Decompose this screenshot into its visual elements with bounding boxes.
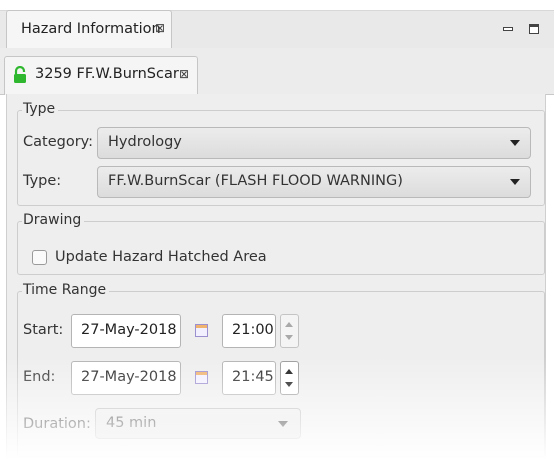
type-dropdown-value: FF.W.BurnScar (FLASH FLOOD WARNING) xyxy=(108,173,403,189)
tab-label: 3259 FF.W.BurnScar xyxy=(35,66,179,82)
end-time-value: 21:45 xyxy=(232,369,274,385)
category-dropdown[interactable]: Hydrology xyxy=(97,127,531,159)
hazard-information-view: Hazard Information ⊠ 3259 FF.W.BurnScar … xyxy=(0,0,554,472)
unlocked-padlock-icon xyxy=(14,66,26,83)
end-time-spinner[interactable] xyxy=(280,361,299,395)
duration-label: Duration: xyxy=(23,416,91,432)
type-label: Type: xyxy=(23,173,62,189)
arrow-up-icon[interactable] xyxy=(285,369,293,374)
time-range-group-legend: Time Range xyxy=(22,282,110,298)
start-label: Start: xyxy=(23,322,64,338)
hazard-tab-bar: 3259 FF.W.BurnScar ⊠ xyxy=(0,48,554,95)
type-dropdown[interactable]: FF.W.BurnScar (FLASH FLOOD WARNING) xyxy=(97,166,531,198)
start-time-field[interactable]: 21:00 xyxy=(222,314,276,348)
end-date-field[interactable]: 27-May-2018 xyxy=(71,361,181,395)
duration-dropdown[interactable]: 45 min xyxy=(95,408,301,439)
view-tab-hazard-information[interactable]: Hazard Information ⊠ xyxy=(6,10,172,48)
arrow-up-icon[interactable] xyxy=(285,322,293,327)
end-label: End: xyxy=(23,369,56,385)
start-date-field[interactable]: 27-May-2018 xyxy=(71,314,181,348)
tab-close-icon[interactable]: ⊠ xyxy=(179,67,189,81)
category-dropdown-value: Hydrology xyxy=(108,134,182,150)
view-tab-close-icon[interactable]: ⊠ xyxy=(155,21,165,35)
update-hatched-area-checkbox[interactable] xyxy=(32,250,47,265)
duration-dropdown-value: 45 min xyxy=(106,415,157,431)
category-label: Category: xyxy=(23,134,94,150)
chevron-down-icon xyxy=(278,421,288,427)
view-tab-label: Hazard Information xyxy=(21,21,161,37)
arrow-down-icon[interactable] xyxy=(285,335,293,340)
chevron-down-icon xyxy=(510,140,520,146)
arrow-down-icon[interactable] xyxy=(285,382,293,387)
drawing-group: Drawing Update Hazard Hatched Area xyxy=(17,212,545,275)
time-range-group: Time Range Start: 27-May-2018 21:00 End:… xyxy=(17,282,545,457)
calendar-icon[interactable] xyxy=(195,371,208,384)
minimize-icon[interactable] xyxy=(503,27,513,31)
type-group: Type Category: Hydrology Type: FF.W.Burn… xyxy=(17,101,545,206)
maximize-icon[interactable] xyxy=(529,24,539,34)
hazard-content-panel: Type Category: Hydrology Type: FF.W.Burn… xyxy=(6,94,546,472)
view-tab-bar: Hazard Information ⊠ xyxy=(0,10,554,50)
type-group-legend: Type xyxy=(22,101,59,117)
drawing-group-legend: Drawing xyxy=(22,212,85,228)
start-time-value: 21:00 xyxy=(232,322,274,338)
chevron-down-icon xyxy=(510,179,520,185)
end-time-field[interactable]: 21:45 xyxy=(222,361,276,395)
calendar-icon[interactable] xyxy=(195,324,208,337)
start-date-value: 27-May-2018 xyxy=(81,322,177,338)
start-time-spinner[interactable] xyxy=(280,314,299,348)
end-date-value: 27-May-2018 xyxy=(81,369,177,385)
update-hatched-area-label[interactable]: Update Hazard Hatched Area xyxy=(55,249,267,265)
tab-hazard-3259[interactable]: 3259 FF.W.BurnScar ⊠ xyxy=(4,56,198,95)
